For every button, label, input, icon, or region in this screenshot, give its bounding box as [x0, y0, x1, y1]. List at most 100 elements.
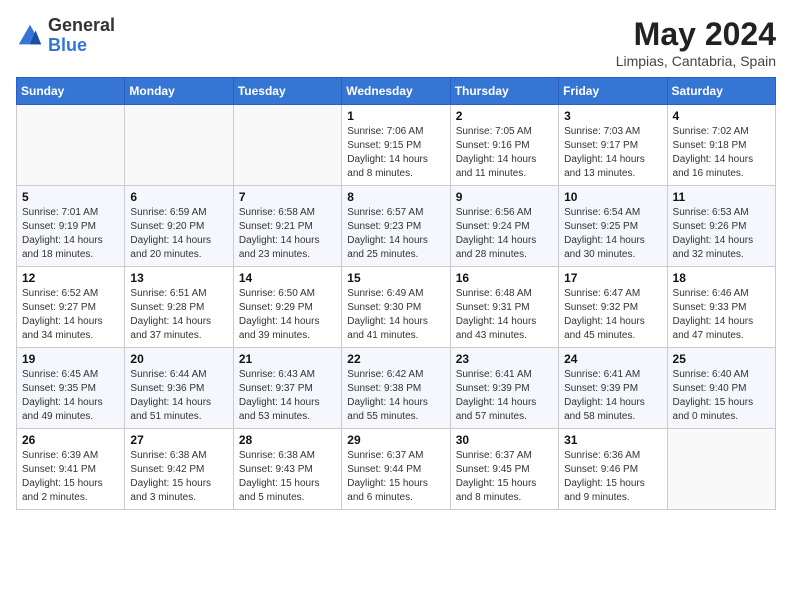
- calendar-cell: 15 Sunrise: 6:49 AM Sunset: 9:30 PM Dayli…: [342, 267, 450, 348]
- day-number: 22: [347, 352, 444, 366]
- day-info: Sunrise: 6:52 AM Sunset: 9:27 PM Dayligh…: [22, 287, 119, 343]
- calendar-cell: 31 Sunrise: 6:36 AM Sunset: 9:46 PM Dayli…: [559, 429, 667, 510]
- day-info: Sunrise: 6:54 AM Sunset: 9:25 PM Dayligh…: [564, 206, 661, 262]
- day-number: 13: [130, 271, 227, 285]
- logo: General Blue: [16, 16, 115, 56]
- calendar-cell: 13 Sunrise: 6:51 AM Sunset: 9:28 PM Dayli…: [125, 267, 233, 348]
- calendar-week-row: 5Sunrise: 7:01 AM Sunset: 9:19 PM Daylig…: [17, 186, 776, 267]
- page-header: General Blue May 2024 Limpias, Cantabria…: [16, 16, 776, 69]
- calendar-cell: 18 Sunrise: 6:46 AM Sunset: 9:33 PM Dayli…: [667, 267, 775, 348]
- logo-icon: [16, 22, 44, 50]
- day-number: 17: [564, 271, 661, 285]
- day-info: Sunrise: 6:41 AM Sunset: 9:39 PM Dayligh…: [564, 368, 661, 424]
- day-number: 15: [347, 271, 444, 285]
- day-info: Sunrise: 6:46 AM Sunset: 9:33 PM Dayligh…: [673, 287, 770, 343]
- calendar-cell: 29 Sunrise: 6:37 AM Sunset: 9:44 PM Dayli…: [342, 429, 450, 510]
- calendar-cell: 20 Sunrise: 6:44 AM Sunset: 9:36 PM Dayli…: [125, 348, 233, 429]
- logo-general-text: General: [48, 16, 115, 36]
- day-number: 28: [239, 433, 336, 447]
- calendar-cell: 28 Sunrise: 6:38 AM Sunset: 9:43 PM Dayli…: [233, 429, 341, 510]
- calendar-cell: 19 Sunrise: 6:45 AM Sunset: 9:35 PM Dayli…: [17, 348, 125, 429]
- weekday-header-tuesday: Tuesday: [233, 78, 341, 105]
- day-info: Sunrise: 6:56 AM Sunset: 9:24 PM Dayligh…: [456, 206, 553, 262]
- day-number: 14: [239, 271, 336, 285]
- day-info: Sunrise: 6:38 AM Sunset: 9:43 PM Dayligh…: [239, 449, 336, 505]
- calendar-cell: 4 Sunrise: 7:02 AM Sunset: 9:18 PM Daylig…: [667, 105, 775, 186]
- day-info: Sunrise: 6:41 AM Sunset: 9:39 PM Dayligh…: [456, 368, 553, 424]
- day-number: 31: [564, 433, 661, 447]
- calendar-cell: 26 Sunrise: 6:39 AM Sunset: 9:41 PM Dayli…: [17, 429, 125, 510]
- day-number: 19: [22, 352, 119, 366]
- day-number: 21: [239, 352, 336, 366]
- calendar-cell: 21 Sunrise: 6:43 AM Sunset: 9:37 PM Dayli…: [233, 348, 341, 429]
- day-info: Sunrise: 6:36 AM Sunset: 9:46 PM Dayligh…: [564, 449, 661, 505]
- calendar-table: SundayMondayTuesdayWednesdayThursdayFrid…: [16, 77, 776, 510]
- day-info: Sunrise: 6:49 AM Sunset: 9:30 PM Dayligh…: [347, 287, 444, 343]
- weekday-header-wednesday: Wednesday: [342, 78, 450, 105]
- day-number: 12: [22, 271, 119, 285]
- day-info: Sunrise: 6:47 AM Sunset: 9:32 PM Dayligh…: [564, 287, 661, 343]
- day-info: Sunrise: 6:45 AM Sunset: 9:35 PM Dayligh…: [22, 368, 119, 424]
- day-number: 1: [347, 109, 444, 123]
- day-info: Sunrise: 7:03 AM Sunset: 9:17 PM Dayligh…: [564, 125, 661, 181]
- day-number: 4: [673, 109, 770, 123]
- day-info: Sunrise: 6:42 AM Sunset: 9:38 PM Dayligh…: [347, 368, 444, 424]
- day-info: Sunrise: 7:02 AM Sunset: 9:18 PM Dayligh…: [673, 125, 770, 181]
- day-info: Sunrise: 6:38 AM Sunset: 9:42 PM Dayligh…: [130, 449, 227, 505]
- calendar-cell: 22 Sunrise: 6:42 AM Sunset: 9:38 PM Dayli…: [342, 348, 450, 429]
- calendar-cell: 27 Sunrise: 6:38 AM Sunset: 9:42 PM Dayli…: [125, 429, 233, 510]
- weekday-header-monday: Monday: [125, 78, 233, 105]
- calendar-cell: 23Sunrise: 6:41 AM Sunset: 9:39 PM Dayli…: [450, 348, 558, 429]
- day-number: 9: [456, 190, 553, 204]
- day-info: Sunrise: 6:48 AM Sunset: 9:31 PM Dayligh…: [456, 287, 553, 343]
- calendar-subtitle: Limpias, Cantabria, Spain: [616, 53, 776, 69]
- day-number: 20: [130, 352, 227, 366]
- weekday-header-thursday: Thursday: [450, 78, 558, 105]
- calendar-cell: 17 Sunrise: 6:47 AM Sunset: 9:32 PM Dayli…: [559, 267, 667, 348]
- day-info: Sunrise: 6:59 AM Sunset: 9:20 PM Dayligh…: [130, 206, 227, 262]
- day-number: 27: [130, 433, 227, 447]
- calendar-cell: 3 Sunrise: 7:03 AM Sunset: 9:17 PM Daylig…: [559, 105, 667, 186]
- calendar-cell: 6 Sunrise: 6:59 AM Sunset: 9:20 PM Daylig…: [125, 186, 233, 267]
- calendar-cell: 24 Sunrise: 6:41 AM Sunset: 9:39 PM Dayli…: [559, 348, 667, 429]
- day-number: 6: [130, 190, 227, 204]
- calendar-cell: [17, 105, 125, 186]
- day-number: 10: [564, 190, 661, 204]
- calendar-cell: 1 Sunrise: 7:06 AM Sunset: 9:15 PM Daylig…: [342, 105, 450, 186]
- day-number: 29: [347, 433, 444, 447]
- day-number: 26: [22, 433, 119, 447]
- day-info: Sunrise: 6:58 AM Sunset: 9:21 PM Dayligh…: [239, 206, 336, 262]
- day-info: Sunrise: 6:43 AM Sunset: 9:37 PM Dayligh…: [239, 368, 336, 424]
- day-number: 11: [673, 190, 770, 204]
- day-number: 5: [22, 190, 119, 204]
- weekday-header-friday: Friday: [559, 78, 667, 105]
- calendar-week-row: 19 Sunrise: 6:45 AM Sunset: 9:35 PM Dayli…: [17, 348, 776, 429]
- day-info: Sunrise: 6:39 AM Sunset: 9:41 PM Dayligh…: [22, 449, 119, 505]
- day-info: Sunrise: 6:51 AM Sunset: 9:28 PM Dayligh…: [130, 287, 227, 343]
- weekday-header-row: SundayMondayTuesdayWednesdayThursdayFrid…: [17, 78, 776, 105]
- calendar-cell: 16 Sunrise: 6:48 AM Sunset: 9:31 PM Dayli…: [450, 267, 558, 348]
- day-info: Sunrise: 6:37 AM Sunset: 9:44 PM Dayligh…: [347, 449, 444, 505]
- calendar-cell: 10 Sunrise: 6:54 AM Sunset: 9:25 PM Dayli…: [559, 186, 667, 267]
- calendar-week-row: 1 Sunrise: 7:06 AM Sunset: 9:15 PM Daylig…: [17, 105, 776, 186]
- day-info: Sunrise: 6:40 AM Sunset: 9:40 PM Dayligh…: [673, 368, 770, 424]
- calendar-cell: 9 Sunrise: 6:56 AM Sunset: 9:24 PM Daylig…: [450, 186, 558, 267]
- day-info: Sunrise: 7:06 AM Sunset: 9:15 PM Dayligh…: [347, 125, 444, 181]
- day-info: Sunrise: 6:53 AM Sunset: 9:26 PM Dayligh…: [673, 206, 770, 262]
- day-info: Sunrise: 6:37 AM Sunset: 9:45 PM Dayligh…: [456, 449, 553, 505]
- calendar-cell: 2Sunrise: 7:05 AM Sunset: 9:16 PM Daylig…: [450, 105, 558, 186]
- day-number: 30: [456, 433, 553, 447]
- calendar-cell: [667, 429, 775, 510]
- calendar-cell: 30 Sunrise: 6:37 AM Sunset: 9:45 PM Dayli…: [450, 429, 558, 510]
- day-number: 18: [673, 271, 770, 285]
- weekday-header-saturday: Saturday: [667, 78, 775, 105]
- day-number: 3: [564, 109, 661, 123]
- day-number: 24: [564, 352, 661, 366]
- day-info: Sunrise: 6:44 AM Sunset: 9:36 PM Dayligh…: [130, 368, 227, 424]
- calendar-cell: [125, 105, 233, 186]
- calendar-cell: 7Sunrise: 6:58 AM Sunset: 9:21 PM Daylig…: [233, 186, 341, 267]
- weekday-header-sunday: Sunday: [17, 78, 125, 105]
- day-number: 16: [456, 271, 553, 285]
- day-number: 25: [673, 352, 770, 366]
- calendar-cell: 25 Sunrise: 6:40 AM Sunset: 9:40 PM Dayli…: [667, 348, 775, 429]
